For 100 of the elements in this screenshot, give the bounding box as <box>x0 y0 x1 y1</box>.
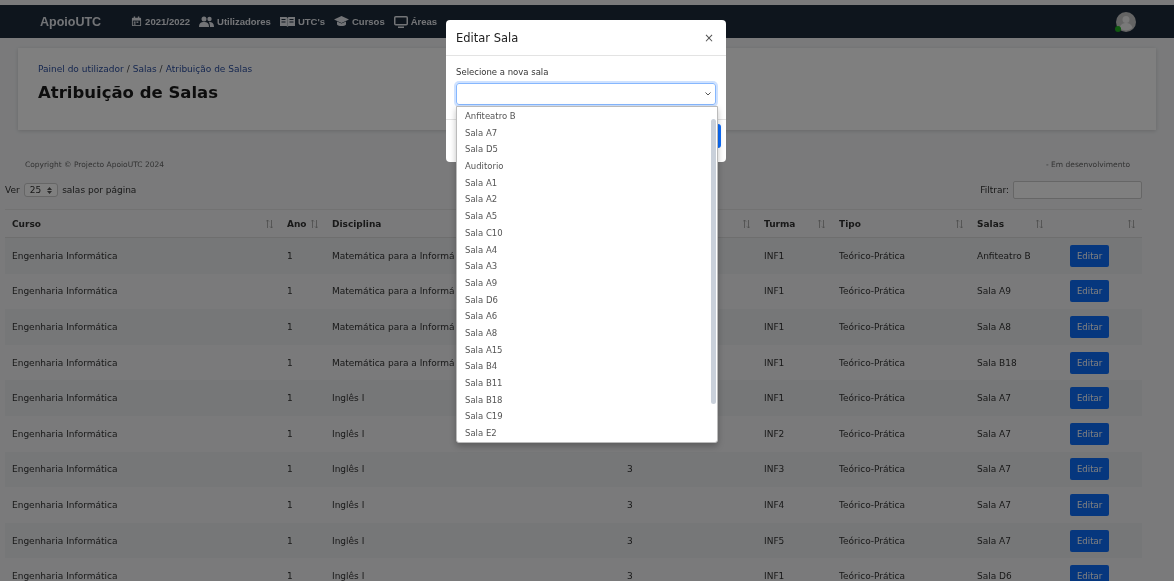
nav-link[interactable]: Áreas <box>393 15 438 28</box>
column-header[interactable]: Curso <box>12 218 41 229</box>
edit-button[interactable]: Editar <box>1070 316 1110 338</box>
table-cell: Teórico-Prática <box>839 535 906 546</box>
edit-button[interactable]: Editar <box>1070 529 1110 552</box>
table-cell: Sala D6 <box>977 571 1012 581</box>
table-cell: 1 <box>287 535 293 546</box>
edit-button[interactable]: Editar <box>1070 458 1110 481</box>
table-cell: 1 <box>287 357 293 368</box>
dropdown-option[interactable]: Sala C10 <box>457 224 709 242</box>
table-cell: INF5 <box>764 535 785 546</box>
table-cell: INF1 <box>764 571 785 581</box>
table-cell: Teórico-Prática <box>839 499 906 510</box>
table-cell: Anfiteatro B <box>977 250 1031 261</box>
table-cell: 1 <box>287 464 293 475</box>
edit-button[interactable]: Editar <box>1070 493 1110 516</box>
column-header[interactable]: Disciplina <box>332 218 382 229</box>
table-cell: Engenharia Informática <box>12 322 118 332</box>
table-cell: Sala A7 <box>977 535 1011 546</box>
table-cell: Sala A9 <box>977 286 1011 297</box>
dropdown-option[interactable]: Sala A2 <box>457 191 709 209</box>
dropdown-option[interactable]: Sala C19 <box>457 408 709 426</box>
dialog-title: Editar Sala <box>456 30 519 45</box>
column-header[interactable]: Salas <box>977 218 1005 229</box>
table-cell: INF1 <box>764 393 785 404</box>
breadcrumb-link[interactable]: Atribuição de Salas <box>165 64 253 74</box>
edit-button[interactable]: Editar <box>1070 565 1110 581</box>
edit-button[interactable]: Editar <box>1070 387 1110 410</box>
edit-button[interactable]: Editar <box>1070 244 1110 267</box>
close-button[interactable]: × <box>703 30 714 45</box>
column-header[interactable]: Tipo <box>839 218 861 229</box>
dropdown-option[interactable]: Sala A15 <box>457 341 709 359</box>
dropdown-option[interactable]: Sala A7 <box>457 124 709 142</box>
breadcrumb-link[interactable]: Painel do utilizador <box>38 64 124 74</box>
table-cell: Teórico-Prática <box>839 286 906 297</box>
dropdown-option[interactable]: Sala E2 <box>457 425 709 442</box>
table-cell: 3 <box>627 535 633 546</box>
filter-label: Filtrar: <box>980 185 1009 195</box>
dropdown-option[interactable]: Sala A4 <box>457 241 709 259</box>
per-page-label: salas por página <box>62 185 137 195</box>
table-cell: INF1 <box>764 250 785 261</box>
table-cell: 3 <box>627 499 633 510</box>
table-cell: Engenharia Informática <box>12 286 118 297</box>
dropdown-option[interactable]: Sala A6 <box>457 308 709 325</box>
table-cell: INF1 <box>764 357 785 368</box>
table-cell: Engenharia Informática <box>12 571 118 581</box>
table-cell: 1 <box>287 250 293 261</box>
table-cell: 1 <box>287 286 293 297</box>
table-cell: Teórico-Prática <box>839 464 906 475</box>
page-title: Atribuição de Salas <box>38 83 219 102</box>
table-cell: Sala A8 <box>977 322 1011 332</box>
edit-button[interactable]: Editar <box>1070 351 1110 374</box>
table-cell: Matemática para a Informá <box>332 322 455 332</box>
edit-button[interactable]: Editar <box>1070 280 1110 303</box>
table-cell: Engenharia Informática <box>12 499 118 510</box>
nav-link[interactable]: Cursos <box>333 16 385 27</box>
table-cell: 3 <box>627 464 633 475</box>
table-cell: Matemática para a Informá <box>332 357 455 368</box>
brand-logo[interactable]: ApoioUTC <box>40 14 102 29</box>
table-cell: Sala A7 <box>977 464 1011 475</box>
table-cell: Sala A7 <box>977 499 1011 510</box>
dropdown-option[interactable]: Sala B18 <box>457 391 709 409</box>
table-cell: Engenharia Informática <box>12 357 118 368</box>
table-cell: INF1 <box>764 322 785 332</box>
column-header[interactable]: Turma <box>764 218 796 229</box>
table-cell: Matemática para a Informá <box>332 286 455 297</box>
nav-link[interactable]: Utilizadores <box>199 16 271 27</box>
dropdown-option[interactable]: Anfiteatro B <box>457 108 709 125</box>
table-cell: 1 <box>287 571 293 581</box>
page-size-select[interactable]: 25 <box>23 183 59 197</box>
table-cell: Engenharia Informática <box>12 250 118 261</box>
dropdown-option[interactable]: Sala A5 <box>457 208 709 225</box>
dropdown-option[interactable]: Sala A9 <box>457 274 709 292</box>
dropdown-option[interactable]: Sala A3 <box>457 258 709 275</box>
table-cell: INF1 <box>764 286 785 297</box>
edit-button[interactable]: Editar <box>1070 422 1110 445</box>
column-header[interactable]: Ano <box>287 218 307 229</box>
table-cell: INF4 <box>764 499 785 510</box>
breadcrumb-separator: / <box>126 64 130 74</box>
dropdown-option[interactable]: Sala D6 <box>457 291 709 309</box>
breadcrumb-link[interactable]: Salas <box>132 64 157 74</box>
nav-link[interactable]: 2021/2022 <box>131 16 191 27</box>
table-cell: Engenharia Informática <box>12 535 118 546</box>
dropdown-option[interactable]: Sala D5 <box>457 141 709 159</box>
table-cell: Sala B18 <box>977 357 1017 368</box>
table-cell: Teórico-Prática <box>839 428 906 439</box>
dropdown-option[interactable]: Sala A1 <box>457 174 709 192</box>
nav-link[interactable]: UTC's <box>279 16 325 27</box>
dropdown-option[interactable]: Sala B11 <box>457 375 709 392</box>
table-cell: Engenharia Informática <box>12 393 118 404</box>
table-cell: Sala A7 <box>977 428 1011 439</box>
table-cell: Sala A7 <box>977 393 1011 404</box>
table-cell: Teórico-Prática <box>839 357 906 368</box>
dropdown-option[interactable]: Auditorio <box>457 158 709 175</box>
field-label: Selecione a nova sala <box>456 67 550 77</box>
table-cell: Teórico-Prática <box>839 393 906 404</box>
dropdown-option[interactable]: Sala A8 <box>457 324 709 342</box>
dropdown-option[interactable]: Sala B4 <box>457 358 709 375</box>
table-cell: Teórico-Prática <box>839 250 906 261</box>
table-cell: Teórico-Prática <box>839 571 906 581</box>
